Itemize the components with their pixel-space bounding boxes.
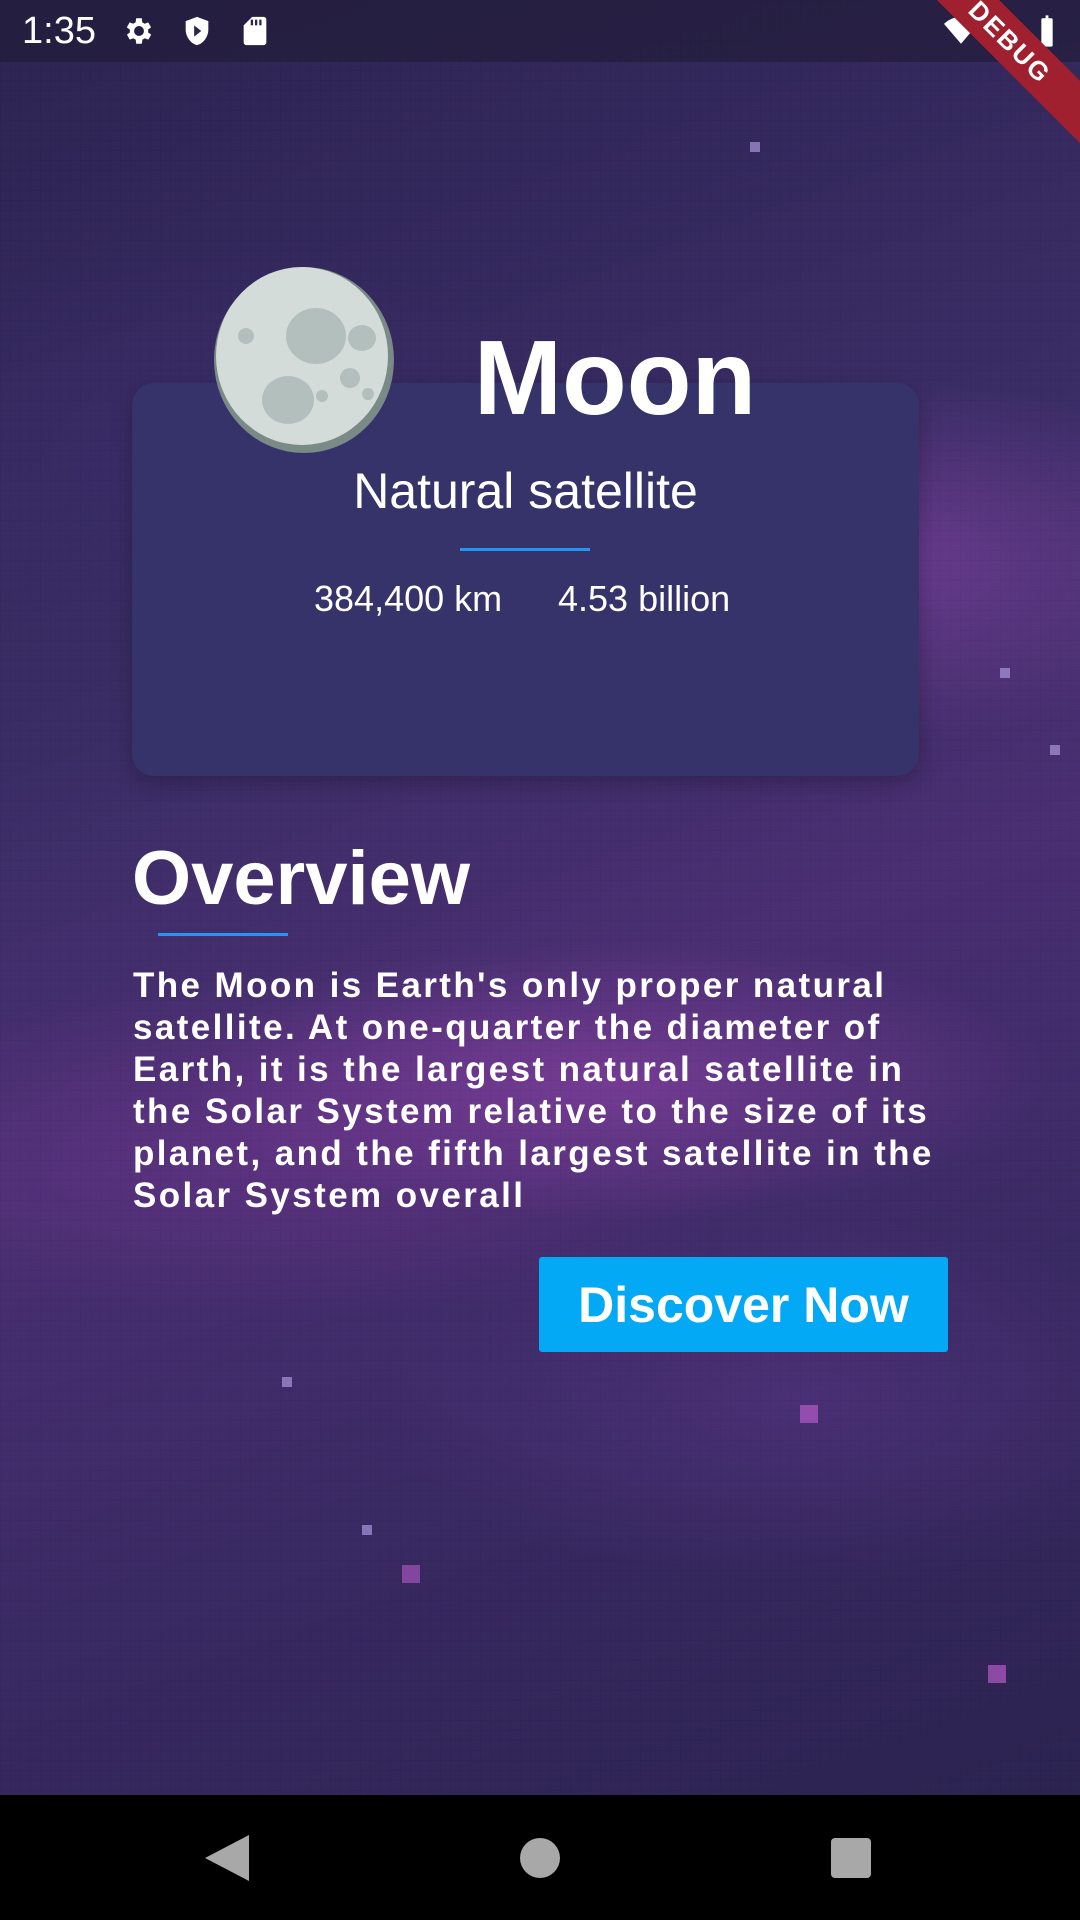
overview-divider [158,933,288,936]
discover-now-button[interactable]: Discover Now [539,1257,948,1352]
star [988,1665,1006,1683]
overview-title: Overview [132,836,470,921]
planet-name: Moon [473,319,757,437]
status-time: 1:35 [22,10,96,52]
gear-icon [126,18,152,44]
moon-icon [214,267,394,453]
planet-age: 4.53 billion [558,578,731,619]
star [282,1377,292,1387]
star [1050,745,1060,755]
star [1000,668,1010,678]
sd-card-icon [243,16,267,46]
status-bar: 1:35 [0,0,1080,62]
home-icon[interactable] [520,1838,560,1878]
star [402,1565,420,1583]
recents-icon[interactable] [831,1838,871,1878]
star [750,142,760,152]
planet-subtitle: Natural satellite [353,463,698,519]
shield-icon [185,16,209,46]
star [800,1405,818,1423]
overview-text: The Moon is Earth's only proper natural … [133,966,934,1215]
planet-distance: 384,400 km [314,578,503,619]
star [362,1525,372,1535]
back-icon[interactable] [205,1835,249,1881]
card-divider [460,548,590,551]
